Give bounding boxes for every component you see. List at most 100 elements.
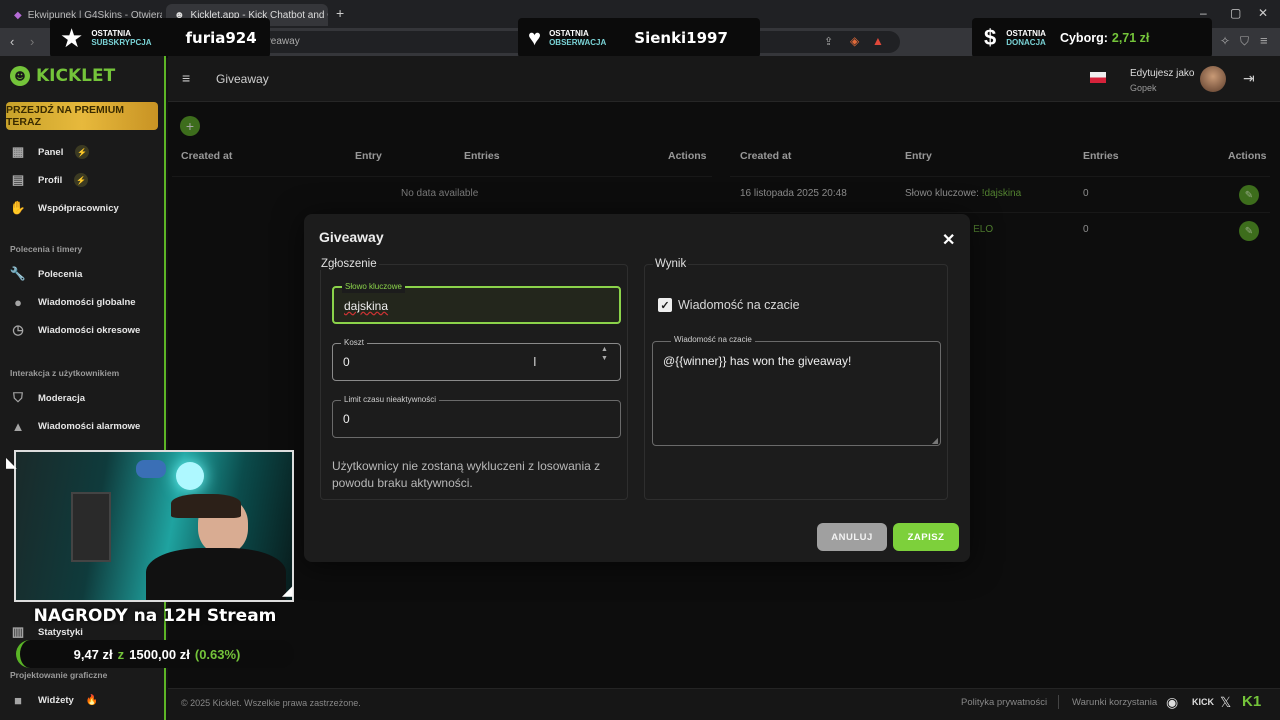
top-bar: ≡ Giveaway Edytujesz jako Gopek ⇥: [168, 56, 1280, 102]
inactivity-value: 0: [343, 412, 350, 426]
chat-message-checkbox[interactable]: ✓: [658, 298, 672, 312]
sidebar-item-moderacja[interactable]: ⛉ Moderacja: [10, 390, 85, 406]
corner-arrow-icon: ◢: [282, 582, 293, 598]
premium-bolt-icon: ⚡: [75, 145, 90, 159]
sidebar-item-periodic-messages[interactable]: ◷ Wiadomości okresowe: [10, 322, 140, 338]
chart-icon: ▥: [11, 624, 25, 639]
kicklet-logo[interactable]: ☻ KICKLET: [10, 66, 115, 86]
sidebar-item-global-messages[interactable]: ● Wiadomości globalne: [10, 294, 136, 310]
cost-label: Koszt: [341, 337, 368, 349]
divider: [1058, 695, 1059, 709]
editing-as-label: Edytujesz jako: [1130, 68, 1195, 79]
sidebar-section-commands: Polecenia i timery: [10, 244, 83, 254]
chat-checkbox-label: Wiadomość na czacie: [678, 298, 800, 312]
resize-handle-icon[interactable]: ◢: [932, 436, 938, 445]
overlay-sub-name: furia924: [185, 29, 257, 47]
sidebar-item-label: Profil: [38, 174, 63, 186]
close-icon[interactable]: ✕: [942, 230, 955, 250]
result-section-title: Wynik: [653, 258, 689, 270]
gamepad-icon: [136, 460, 166, 478]
share-icon[interactable]: ⇪: [824, 35, 833, 48]
sidebar-item-profil[interactable]: ▤ Profil ⚡: [10, 172, 89, 188]
sidebar-item-label: Współpracownicy: [38, 202, 119, 214]
warning-icon: ▲: [11, 418, 25, 434]
menu-icon[interactable]: ≡: [1260, 33, 1268, 48]
sidebar-item-alerts[interactable]: ▲ Wiadomości alarmowe: [10, 418, 141, 434]
overlay-donation-caption: OSTATNIA DONACJA: [1006, 29, 1046, 47]
overlay-follow-name: Sienki1997: [634, 29, 728, 47]
text-cursor-icon: I: [533, 354, 537, 369]
footer-privacy-link[interactable]: Polityka prywatności: [961, 697, 1047, 708]
close-window-icon[interactable]: ✕: [1258, 6, 1268, 20]
kick-1-badge-icon: K1: [1242, 693, 1262, 710]
premium-button[interactable]: PRZEJDŹ NA PREMIUM TERAZ: [6, 102, 158, 130]
goal-current: 9,47 zł: [73, 646, 113, 662]
fire-icon: 🔥: [85, 694, 99, 706]
overlay-line1: OSTATNIA: [1006, 29, 1046, 38]
inactivity-input[interactable]: Limit czasu nieaktywności 0: [332, 394, 621, 438]
save-button[interactable]: ZAPISZ: [893, 523, 959, 551]
star-icon: ★: [60, 22, 84, 53]
sidebar-item-widgety[interactable]: ■ Widżety 🔥: [10, 692, 98, 708]
maximize-icon[interactable]: ▢: [1230, 6, 1241, 20]
footer: © 2025 Kicklet. Wszelkie prawa zastrzeżo…: [168, 688, 1280, 720]
sidebar-item-label: Statystyki: [38, 626, 83, 638]
sidebar-item-panel[interactable]: ▦ Panel ⚡: [10, 144, 90, 160]
premium-bolt-icon: ⚡: [74, 173, 89, 187]
poland-flag-icon[interactable]: [1090, 72, 1106, 83]
keyword-value: dajskina: [344, 299, 389, 313]
clock-icon: ◷: [12, 322, 24, 337]
shield-icon: ⛉: [13, 390, 23, 405]
sidebar-item-label: Widżety: [38, 694, 74, 706]
page-title: Giveaway: [216, 72, 269, 86]
goal-percent: (0.63%): [194, 646, 241, 662]
overlay-sub-caption: OSTATNIA SUBSKRYPCJA: [91, 29, 151, 47]
back-icon[interactable]: ‹: [10, 34, 14, 49]
cost-value: 0: [343, 355, 350, 369]
footer-terms-link[interactable]: Warunki korzystania: [1072, 697, 1157, 708]
overlay-last-sub: ★ OSTATNIA SUBSKRYPCJA furia924: [50, 18, 270, 58]
chat-icon: ●: [14, 294, 22, 310]
kick-icon[interactable]: KICK: [1192, 697, 1214, 707]
overlay-line2: SUBSKRYPCJA: [91, 38, 152, 47]
sidebar-item-statystyki[interactable]: ▥ Statystyki: [10, 624, 83, 640]
overlay-follow-caption: OSTATNIA OBSERWACJA: [549, 29, 606, 47]
modal-title: Giveaway: [319, 229, 384, 245]
cancel-button[interactable]: ANULUJ: [817, 523, 887, 551]
vpn-icon[interactable]: ⛉: [1240, 34, 1249, 49]
logout-icon[interactable]: ⇥: [1243, 70, 1255, 87]
editing-as-username: Gopek: [1130, 83, 1157, 93]
sidebar-item-label: Wiadomości alarmowe: [38, 420, 141, 432]
keyword-label: Słowo kluczowe: [342, 281, 405, 293]
cost-input[interactable]: Koszt 0 ▲ ▼ I: [332, 337, 621, 381]
keyword-input[interactable]: Słowo kluczowe dajskina: [332, 281, 621, 324]
shelf-icon: [71, 492, 111, 562]
extensions-icon[interactable]: ✧: [1220, 34, 1230, 48]
discord-icon[interactable]: ◉: [1166, 694, 1178, 711]
sidebar-item-label: Wiadomości okresowe: [38, 324, 141, 336]
handshake-icon: ✋: [9, 200, 27, 215]
number-spinner-icon[interactable]: ▲ ▼: [601, 345, 608, 363]
x-icon[interactable]: 𝕏: [1220, 694, 1231, 711]
overlay-last-follow: ♥ OSTATNIA OBSERWACJA Sienki1997: [518, 18, 760, 58]
video-icon: ■: [14, 692, 22, 708]
sidebar-item-polecenia[interactable]: 🔧 Polecenia: [10, 266, 82, 282]
new-tab-button[interactable]: +: [336, 5, 344, 21]
sidebar-section-interaction: Interakcja z użytkownikiem: [10, 368, 120, 378]
sidebar-item-label: Panel: [38, 146, 64, 158]
avatar[interactable]: [1200, 66, 1226, 92]
corner-arrow-icon: ◣: [6, 454, 17, 470]
dashboard-icon: ▦: [11, 144, 25, 159]
brave-rewards-icon[interactable]: ▲: [872, 34, 884, 48]
sidebar-item-wspolpracownicy[interactable]: ✋ Współpracownicy: [10, 200, 119, 216]
overlay-donation-amount: 2,71 zł: [1111, 31, 1150, 45]
overlay-line2: OBSERWACJA: [549, 38, 607, 47]
forward-icon[interactable]: ›: [30, 34, 34, 49]
dollar-icon: $: [984, 25, 997, 50]
brave-shield-icon[interactable]: ◈: [850, 34, 859, 48]
webcam-feed: [14, 450, 294, 602]
menu-toggle-icon[interactable]: ≡: [182, 70, 190, 86]
chat-message-textarea[interactable]: Wiadomość na czacie @{{winner}} has won …: [652, 335, 941, 446]
person-hair-icon: [171, 494, 241, 518]
tab-favicon: ◆: [14, 9, 22, 21]
